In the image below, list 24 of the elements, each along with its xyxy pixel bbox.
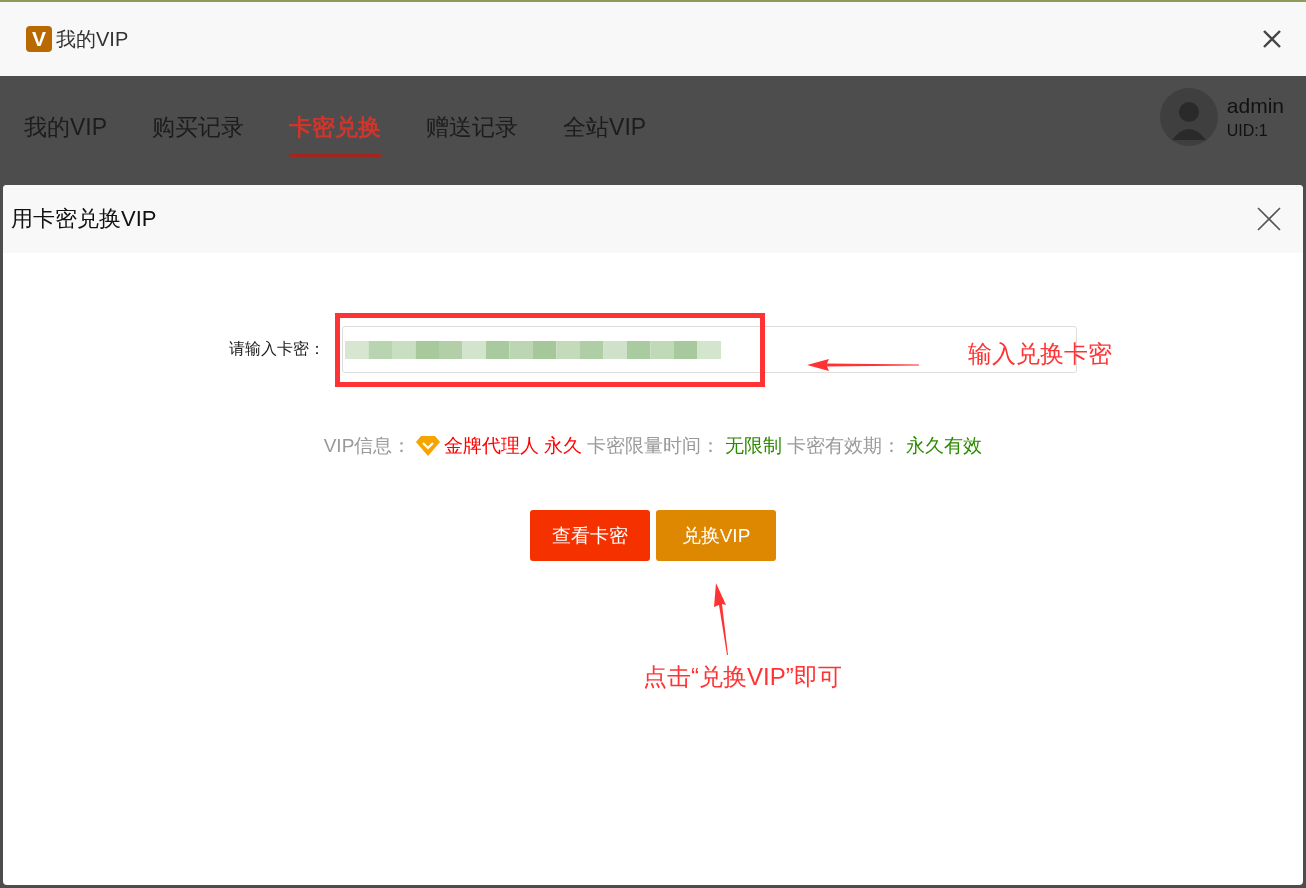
diamond-icon bbox=[416, 436, 441, 456]
info-value: 无限制 bbox=[725, 434, 783, 458]
logo-icon: V bbox=[26, 26, 52, 52]
dialog-title: 用卡密兑换VIP bbox=[11, 205, 158, 233]
annotation-text: 输入兑换卡密 bbox=[968, 339, 1112, 369]
redeem-button[interactable]: 兑换VIP bbox=[656, 510, 776, 561]
close-button[interactable] bbox=[1262, 29, 1282, 49]
info-label: VIP信息： bbox=[323, 434, 412, 458]
annotation-text: 点击“兑换VIP”即可 bbox=[643, 662, 842, 692]
info-value: 金牌代理人 bbox=[444, 434, 540, 458]
close-icon bbox=[1257, 207, 1281, 231]
nav-tab[interactable]: 卡密兑换 bbox=[289, 76, 382, 157]
user-name: admin bbox=[1226, 94, 1284, 118]
info-value: 永久 bbox=[544, 434, 583, 458]
info-label: 卡密限量时间： bbox=[587, 434, 721, 458]
info-label: 卡密有效期： bbox=[787, 434, 902, 458]
info-value: 永久有效 bbox=[906, 434, 983, 458]
user-id: UID:1 bbox=[1226, 122, 1269, 140]
window-title: 我的VIP bbox=[56, 26, 130, 52]
close-icon bbox=[1262, 29, 1282, 49]
view-keys-button[interactable]: 查看卡密 bbox=[530, 510, 650, 561]
close-button[interactable] bbox=[1257, 207, 1281, 231]
field-label: 请输入卡密： bbox=[228, 339, 325, 359]
avatar-icon bbox=[1159, 88, 1218, 146]
